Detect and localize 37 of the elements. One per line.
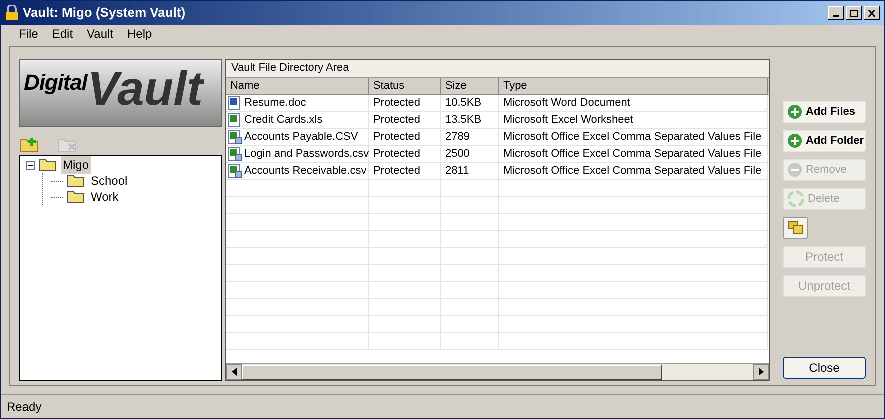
close-button[interactable]: Close xyxy=(783,357,866,379)
table-cell: 13.5KB xyxy=(441,112,500,128)
column-header[interactable]: Status xyxy=(369,78,442,95)
menu-item[interactable]: Vault xyxy=(87,25,114,43)
table-cell: Protected xyxy=(369,129,442,145)
column-header[interactable]: Type xyxy=(499,78,768,95)
table-cell: Accounts Payable.CSV xyxy=(226,129,370,145)
table-cell: Protected xyxy=(369,112,442,128)
add-button[interactable]: Add Files xyxy=(783,101,866,123)
table-cell: Protected xyxy=(369,163,442,179)
table-cell: 2500 xyxy=(441,146,500,162)
column-header[interactable]: Name xyxy=(226,78,370,95)
menu-item[interactable]: Edit xyxy=(52,25,74,43)
table-cell: Microsoft Office Excel Comma Separated Values File xyxy=(499,146,768,162)
status-bar: Ready xyxy=(1,394,884,418)
table-cell: Login and Passwords.csv xyxy=(226,146,370,162)
table-cell: Microsoft Word Document xyxy=(499,95,768,111)
table-title: Vault File Directory Area xyxy=(226,60,769,78)
column-header[interactable]: Size xyxy=(441,78,500,95)
table-cell: 2789 xyxy=(441,129,500,145)
table-cell: Credit Cards.xls xyxy=(226,112,370,128)
table-cell: Microsoft Excel Worksheet xyxy=(499,112,768,128)
table-cell: Protected xyxy=(369,95,442,111)
tree-item[interactable]: Migo xyxy=(61,156,92,174)
table-cell: Resume.doc xyxy=(226,95,370,111)
menu-item[interactable]: File xyxy=(19,25,38,43)
table-cell: 2811 xyxy=(441,163,500,179)
table-cell: Accounts Receivable.csv xyxy=(226,163,370,179)
add-button[interactable]: Add Folder xyxy=(783,130,866,152)
menu-item[interactable]: Help xyxy=(128,25,152,43)
table-cell: Microsoft Office Excel Comma Separated Values File xyxy=(499,129,768,145)
tree-item[interactable]: School xyxy=(89,172,130,190)
table-cell: Microsoft Office Excel Comma Separated Values File xyxy=(499,163,768,179)
table-cell: 10.5KB xyxy=(441,95,500,111)
window-title: Vault: Migo (System Vault) xyxy=(23,4,186,22)
tree-item[interactable]: Work xyxy=(89,188,121,206)
table-cell: Protected xyxy=(369,146,442,162)
